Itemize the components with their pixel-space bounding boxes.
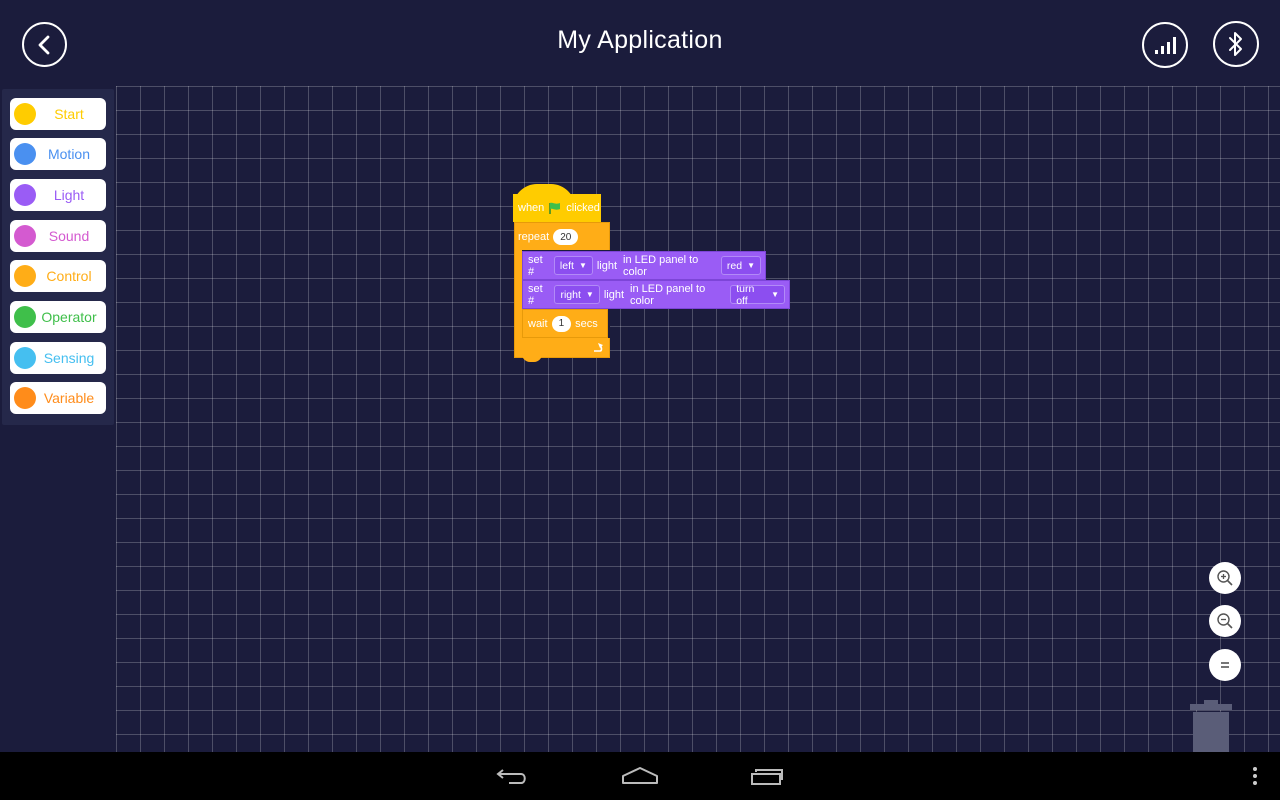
zoom-reset-button[interactable] — [1209, 649, 1241, 681]
category-motion-dot — [14, 143, 36, 165]
nav-back-icon — [496, 769, 526, 784]
bluetooth-icon — [1229, 32, 1242, 56]
category-light[interactable]: Light — [10, 179, 106, 211]
set-label: set # — [528, 253, 543, 278]
category-control-label: Control — [46, 268, 92, 284]
color-dropdown-red[interactable]: red ▼ — [720, 256, 761, 275]
nav-home-icon — [622, 767, 658, 784]
zoom-in-icon — [1217, 570, 1233, 586]
category-sensing-dot — [14, 347, 36, 369]
color-value: red — [726, 259, 743, 272]
category-control[interactable]: Control — [10, 260, 106, 292]
side-value: left — [559, 259, 574, 272]
repeat-label: repeat — [518, 231, 550, 243]
color-dropdown-turn-off[interactable]: turn off ▼ — [730, 282, 785, 307]
set-label: set # — [528, 282, 543, 307]
color-value: turn off — [736, 282, 755, 307]
repeat-count-input[interactable]: 20 — [553, 229, 579, 245]
category-variable[interactable]: Variable — [10, 382, 106, 414]
wait-seconds-input[interactable]: 1 — [551, 315, 572, 332]
category-operator-dot — [14, 306, 36, 328]
nav-back-button[interactable] — [482, 760, 542, 792]
app-header: My Application — [0, 0, 1280, 86]
page-title: My Application — [557, 26, 723, 54]
repeat-header: repeat 20 — [514, 226, 582, 248]
loop-arrow-icon — [594, 343, 603, 352]
category-sensing[interactable]: Sensing — [10, 342, 106, 374]
category-control-dot — [14, 265, 36, 287]
trash-icon — [1190, 700, 1232, 752]
category-start-dot — [14, 103, 36, 125]
zoom-reset-icon — [1221, 662, 1229, 668]
bluetooth-button[interactable] — [1213, 21, 1259, 67]
zoom-in-button[interactable] — [1209, 562, 1241, 594]
category-light-label: Light — [53, 187, 85, 203]
nav-home-button[interactable] — [610, 760, 670, 792]
led-panel-label: in LED panel to color — [630, 282, 706, 307]
category-start[interactable]: Start — [10, 98, 106, 130]
chevron-down-icon: ▼ — [585, 290, 594, 299]
category-operator[interactable]: Operator — [10, 301, 106, 333]
wait-label: wait — [528, 317, 548, 330]
overflow-menu-button[interactable] — [1240, 760, 1270, 792]
category-motion[interactable]: Motion — [10, 138, 106, 170]
chevron-down-icon: ▼ — [771, 290, 779, 299]
category-light-dot — [14, 184, 36, 206]
zoom-out-icon — [1217, 613, 1233, 629]
secs-label: secs — [575, 317, 598, 330]
side-dropdown-left[interactable]: left ▼ — [553, 256, 593, 275]
when-label: when — [518, 202, 545, 214]
green-flag-icon — [549, 202, 561, 214]
connection-strength-button[interactable] — [1142, 22, 1188, 68]
zoom-out-button[interactable] — [1209, 605, 1241, 637]
category-sensing-label: Sensing — [43, 350, 95, 366]
category-sound-dot — [14, 225, 36, 247]
category-sound-label: Sound — [48, 228, 90, 244]
block-category-sidebar: Start Motion Light Sound Control Operato… — [2, 89, 114, 425]
led-panel-label: in LED panel to color — [623, 253, 699, 278]
category-sound[interactable]: Sound — [10, 220, 106, 252]
category-variable-dot — [14, 387, 36, 409]
category-operator-label: Operator — [41, 309, 97, 325]
set-left-light-block[interactable]: set # left ▼ light in LED panel to color … — [522, 251, 766, 280]
trash-can[interactable] — [1190, 700, 1232, 752]
signal-strength-icon — [1155, 37, 1176, 54]
side-value: right — [560, 288, 581, 301]
chevron-down-icon: ▼ — [747, 261, 755, 270]
when-flag-clicked-block[interactable]: when clicked — [513, 194, 601, 222]
category-variable-label: Variable — [43, 390, 95, 406]
nav-recents-button[interactable] — [738, 760, 798, 792]
code-workspace[interactable] — [116, 86, 1280, 752]
light-label: light — [596, 259, 618, 272]
overflow-menu-icon — [1253, 767, 1257, 785]
system-navigation-bar — [0, 752, 1280, 800]
light-label: light — [603, 288, 625, 301]
chevron-down-icon: ▼ — [578, 261, 587, 270]
category-motion-label: Motion — [47, 146, 91, 162]
side-dropdown-right[interactable]: right ▼ — [554, 285, 600, 304]
set-right-light-block[interactable]: set # right ▼ light in LED panel to color… — [522, 280, 790, 309]
nav-recents-icon — [751, 769, 783, 785]
clicked-label: clicked — [566, 202, 600, 214]
wait-block[interactable]: wait 1 secs — [522, 309, 608, 338]
category-start-label: Start — [54, 106, 84, 122]
